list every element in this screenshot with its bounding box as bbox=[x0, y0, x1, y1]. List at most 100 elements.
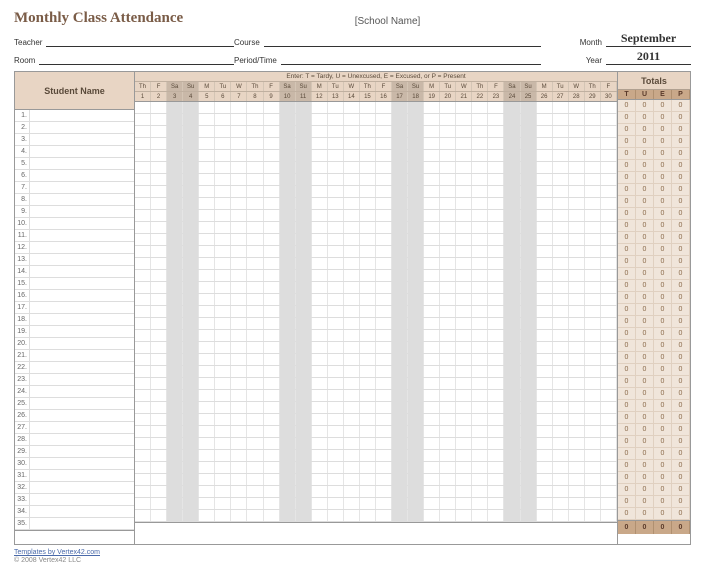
attendance-cell[interactable] bbox=[231, 354, 247, 365]
attendance-cell[interactable] bbox=[151, 354, 167, 365]
attendance-cell[interactable] bbox=[376, 174, 392, 185]
attendance-cell[interactable] bbox=[215, 294, 231, 305]
attendance-cell[interactable] bbox=[312, 294, 328, 305]
attendance-cell[interactable] bbox=[585, 138, 601, 149]
attendance-cell[interactable] bbox=[151, 162, 167, 173]
attendance-cell[interactable] bbox=[280, 498, 296, 509]
attendance-cell[interactable] bbox=[440, 342, 456, 353]
attendance-cell[interactable] bbox=[521, 102, 537, 113]
student-name-cell[interactable] bbox=[29, 302, 134, 313]
attendance-cell[interactable] bbox=[151, 498, 167, 509]
attendance-cell[interactable] bbox=[537, 498, 553, 509]
attendance-cell[interactable] bbox=[488, 270, 504, 281]
attendance-cell[interactable] bbox=[151, 378, 167, 389]
attendance-cell[interactable] bbox=[296, 270, 312, 281]
attendance-cell[interactable] bbox=[231, 390, 247, 401]
attendance-cell[interactable] bbox=[521, 270, 537, 281]
attendance-cell[interactable] bbox=[569, 354, 585, 365]
attendance-cell[interactable] bbox=[456, 150, 472, 161]
attendance-cell[interactable] bbox=[312, 138, 328, 149]
attendance-cell[interactable] bbox=[231, 294, 247, 305]
attendance-cell[interactable] bbox=[488, 366, 504, 377]
attendance-cell[interactable] bbox=[167, 474, 183, 485]
attendance-cell[interactable] bbox=[569, 210, 585, 221]
attendance-cell[interactable] bbox=[135, 402, 151, 413]
attendance-cell[interactable] bbox=[264, 282, 280, 293]
attendance-cell[interactable] bbox=[328, 270, 344, 281]
attendance-cell[interactable] bbox=[183, 270, 199, 281]
attendance-cell[interactable] bbox=[328, 402, 344, 413]
attendance-cell[interactable] bbox=[521, 378, 537, 389]
attendance-cell[interactable] bbox=[312, 306, 328, 317]
attendance-cell[interactable] bbox=[312, 486, 328, 497]
attendance-cell[interactable] bbox=[360, 306, 376, 317]
attendance-cell[interactable] bbox=[585, 246, 601, 257]
attendance-cell[interactable] bbox=[215, 198, 231, 209]
attendance-cell[interactable] bbox=[280, 246, 296, 257]
attendance-cell[interactable] bbox=[504, 474, 520, 485]
teacher-input-line[interactable] bbox=[46, 36, 234, 47]
attendance-cell[interactable] bbox=[231, 438, 247, 449]
attendance-cell[interactable] bbox=[569, 462, 585, 473]
student-name-cell[interactable] bbox=[29, 134, 134, 145]
attendance-cell[interactable] bbox=[280, 138, 296, 149]
attendance-cell[interactable] bbox=[231, 474, 247, 485]
attendance-cell[interactable] bbox=[537, 474, 553, 485]
attendance-cell[interactable] bbox=[199, 126, 215, 137]
attendance-cell[interactable] bbox=[280, 474, 296, 485]
attendance-cell[interactable] bbox=[472, 162, 488, 173]
attendance-cell[interactable] bbox=[424, 198, 440, 209]
attendance-cell[interactable] bbox=[456, 186, 472, 197]
attendance-cell[interactable] bbox=[215, 414, 231, 425]
attendance-cell[interactable] bbox=[537, 438, 553, 449]
attendance-cell[interactable] bbox=[135, 474, 151, 485]
attendance-cell[interactable] bbox=[569, 402, 585, 413]
attendance-cell[interactable] bbox=[521, 366, 537, 377]
attendance-cell[interactable] bbox=[167, 234, 183, 245]
attendance-cell[interactable] bbox=[585, 330, 601, 341]
attendance-cell[interactable] bbox=[392, 426, 408, 437]
attendance-cell[interactable] bbox=[424, 270, 440, 281]
attendance-cell[interactable] bbox=[376, 186, 392, 197]
student-name-cell[interactable] bbox=[29, 494, 134, 505]
attendance-cell[interactable] bbox=[376, 162, 392, 173]
attendance-cell[interactable] bbox=[264, 186, 280, 197]
attendance-cell[interactable] bbox=[424, 354, 440, 365]
attendance-cell[interactable] bbox=[537, 486, 553, 497]
attendance-cell[interactable] bbox=[456, 270, 472, 281]
attendance-cell[interactable] bbox=[456, 486, 472, 497]
attendance-cell[interactable] bbox=[424, 486, 440, 497]
attendance-cell[interactable] bbox=[247, 510, 263, 521]
attendance-cell[interactable] bbox=[488, 294, 504, 305]
attendance-cell[interactable] bbox=[601, 186, 617, 197]
attendance-cell[interactable] bbox=[360, 138, 376, 149]
attendance-cell[interactable] bbox=[424, 126, 440, 137]
attendance-cell[interactable] bbox=[585, 174, 601, 185]
attendance-cell[interactable] bbox=[456, 126, 472, 137]
attendance-cell[interactable] bbox=[183, 102, 199, 113]
attendance-cell[interactable] bbox=[247, 378, 263, 389]
attendance-cell[interactable] bbox=[504, 318, 520, 329]
student-name-cell[interactable] bbox=[29, 182, 134, 193]
student-name-cell[interactable] bbox=[29, 206, 134, 217]
attendance-cell[interactable] bbox=[585, 318, 601, 329]
attendance-cell[interactable] bbox=[360, 282, 376, 293]
attendance-cell[interactable] bbox=[183, 258, 199, 269]
attendance-cell[interactable] bbox=[521, 234, 537, 245]
attendance-cell[interactable] bbox=[488, 306, 504, 317]
attendance-cell[interactable] bbox=[601, 270, 617, 281]
attendance-cell[interactable] bbox=[344, 390, 360, 401]
attendance-cell[interactable] bbox=[344, 102, 360, 113]
attendance-cell[interactable] bbox=[424, 462, 440, 473]
attendance-cell[interactable] bbox=[231, 426, 247, 437]
attendance-cell[interactable] bbox=[440, 354, 456, 365]
attendance-cell[interactable] bbox=[167, 294, 183, 305]
attendance-cell[interactable] bbox=[376, 486, 392, 497]
attendance-cell[interactable] bbox=[376, 318, 392, 329]
attendance-cell[interactable] bbox=[601, 114, 617, 125]
attendance-cell[interactable] bbox=[472, 450, 488, 461]
attendance-cell[interactable] bbox=[585, 294, 601, 305]
attendance-cell[interactable] bbox=[440, 330, 456, 341]
attendance-cell[interactable] bbox=[312, 474, 328, 485]
attendance-cell[interactable] bbox=[569, 138, 585, 149]
